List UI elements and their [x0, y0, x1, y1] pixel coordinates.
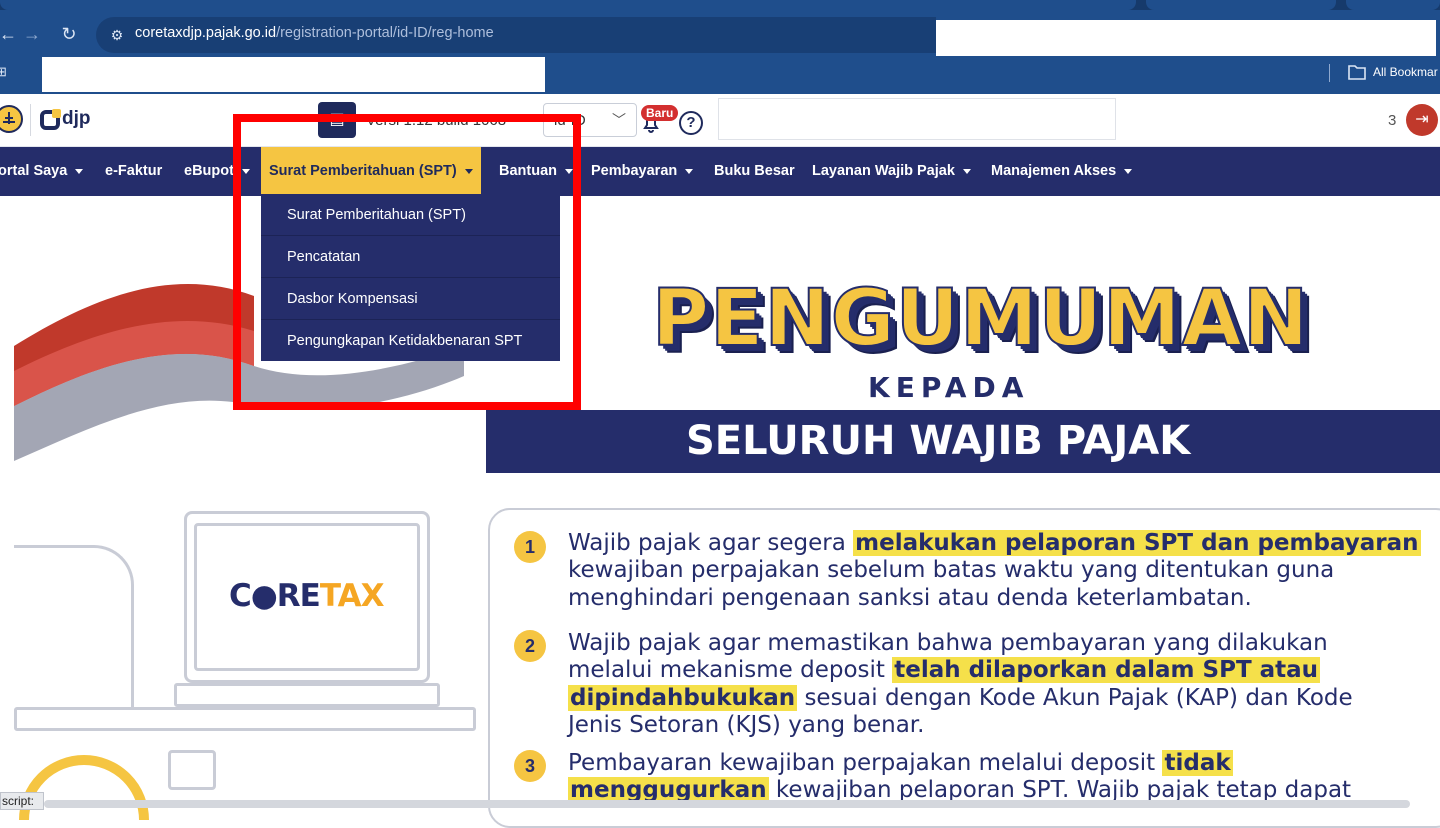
- nav-label: eBupot: [184, 163, 234, 179]
- nav-buku-besar[interactable]: Buku Besar: [714, 147, 795, 196]
- audience-text: SELURUH WAJIB PAJAK: [686, 418, 1191, 464]
- nav-label: Pembayaran: [591, 163, 678, 179]
- browser-tab[interactable]: [0, 0, 1136, 10]
- caret-down-icon: [685, 168, 694, 174]
- nav-pembayaran[interactable]: Pembayaran: [591, 147, 694, 196]
- caret-down-icon: [962, 168, 971, 174]
- notice-text-highlight: tidak: [1162, 750, 1233, 776]
- forward-arrow-icon[interactable]: →: [20, 22, 44, 46]
- user-info-text: 3: [1388, 112, 1397, 129]
- keyboard-illustration: [174, 683, 440, 707]
- notice-number-badge: 2: [514, 630, 546, 662]
- caret-down-icon: [1124, 168, 1133, 174]
- coretax-logo-core: C●RE: [229, 578, 321, 614]
- notice-line: dipindahbukukan sesuai dengan Kode Akun …: [568, 685, 1353, 713]
- ministry-emblem-icon: [0, 105, 23, 133]
- reload-icon[interactable]: ↻: [57, 22, 81, 46]
- redacted-area: [1116, 101, 1386, 135]
- status-bar: script:: [0, 792, 44, 810]
- nav-label: Layanan Wajib Pajak: [812, 163, 955, 179]
- bookmarks-divider: [1329, 64, 1330, 82]
- announcement-title: PENGUMUMAN: [651, 273, 1310, 365]
- drawer-illustration: [168, 750, 216, 790]
- highlight-annotation-box: [233, 114, 581, 410]
- coretax-logo: C●RETAX: [229, 578, 384, 614]
- notice-text-highlight: melakukan pelaporan SPT dan pembayaran: [853, 530, 1421, 556]
- notice-text-highlight: telah dilaporkan dalam SPT atau: [892, 657, 1321, 683]
- nav-label: e-Faktur: [105, 163, 163, 179]
- redacted-area: [42, 57, 545, 92]
- notice-line: Pembayaran kewajiban perpajakan melalui …: [568, 750, 1233, 778]
- nav-label: Manajemen Akses: [991, 163, 1117, 179]
- horizontal-scrollbar[interactable]: [44, 800, 1410, 808]
- browser-tab[interactable]: [1346, 0, 1440, 10]
- coretax-logo-tax: TAX: [319, 578, 385, 614]
- chair-illustration: [14, 545, 134, 710]
- notice-line: menghindari pengenaan sanksi atau denda …: [568, 585, 1252, 611]
- nav-layanan-wajib-pajak[interactable]: Layanan Wajib Pajak: [812, 147, 971, 196]
- header-divider: [30, 104, 31, 136]
- notice-line: Jenis Setoran (KJS) yang benar.: [568, 712, 925, 738]
- notice-line: melalui mekanisme deposit telah dilapork…: [568, 657, 1321, 685]
- djp-logo-text: djp: [62, 108, 91, 129]
- help-icon[interactable]: ?: [679, 111, 703, 135]
- djp-logo[interactable]: djp: [40, 108, 130, 134]
- notice-number-badge: 1: [514, 531, 546, 563]
- notice-line: Wajib pajak agar segera melakukan pelapo…: [568, 530, 1421, 558]
- nav-manajemen-akses[interactable]: Manajemen Akses: [991, 147, 1133, 196]
- redacted-area: [936, 20, 1436, 56]
- notice-line: kewajiban perpajakan sebelum batas waktu…: [568, 557, 1335, 583]
- notice-number-badge: 3: [514, 750, 546, 782]
- notice-text-plain: melalui mekanisme deposit: [568, 657, 893, 683]
- logout-icon: ⇥: [1415, 111, 1429, 128]
- tab-strip: [0, 0, 1440, 10]
- desk-illustration: [14, 707, 476, 731]
- browser-tab[interactable]: [1146, 0, 1336, 10]
- notice-text-plain: sesuai dengan Kode Akun Pajak (KAP) dan …: [797, 685, 1353, 711]
- url-domain: coretaxdjp.pajak.go.id: [135, 25, 277, 41]
- notice-line: Wajib pajak agar memastikan bahwa pembay…: [568, 630, 1328, 656]
- djp-logo-mark-icon: [40, 109, 61, 130]
- apps-grid-icon[interactable]: ⊞: [0, 64, 10, 80]
- nav-label: Buku Besar: [714, 163, 795, 179]
- nav-e-faktur[interactable]: e-Faktur: [105, 147, 162, 196]
- chevron-down-icon: ﹀: [612, 112, 626, 128]
- url-path: /registration-portal/id-ID/reg-home: [276, 25, 494, 41]
- notice-text-plain: Pembayaran kewajiban perpajakan melalui …: [568, 750, 1163, 776]
- notice-text-highlight: dipindahbukukan: [568, 685, 798, 711]
- url-text[interactable]: coretaxdjp.pajak.go.id/registration-port…: [135, 25, 494, 41]
- nav-label: ortal Saya: [0, 163, 68, 179]
- caret-down-icon: [75, 168, 84, 174]
- logout-button[interactable]: ⇥: [1406, 104, 1438, 136]
- all-bookmarks-label[interactable]: All Bookmar: [1373, 65, 1438, 79]
- folder-icon[interactable]: [1347, 63, 1367, 81]
- new-badge: Baru: [641, 105, 679, 121]
- nav-portal-saya[interactable]: ortal Saya: [0, 147, 84, 196]
- back-arrow-icon[interactable]: ←: [0, 22, 20, 46]
- announcement-subtitle: KEPADA: [868, 371, 1030, 404]
- redacted-area: [718, 98, 1116, 140]
- site-settings-icon[interactable]: ⚙: [106, 24, 128, 46]
- notice-text-plain: Wajib pajak agar segera: [568, 530, 854, 556]
